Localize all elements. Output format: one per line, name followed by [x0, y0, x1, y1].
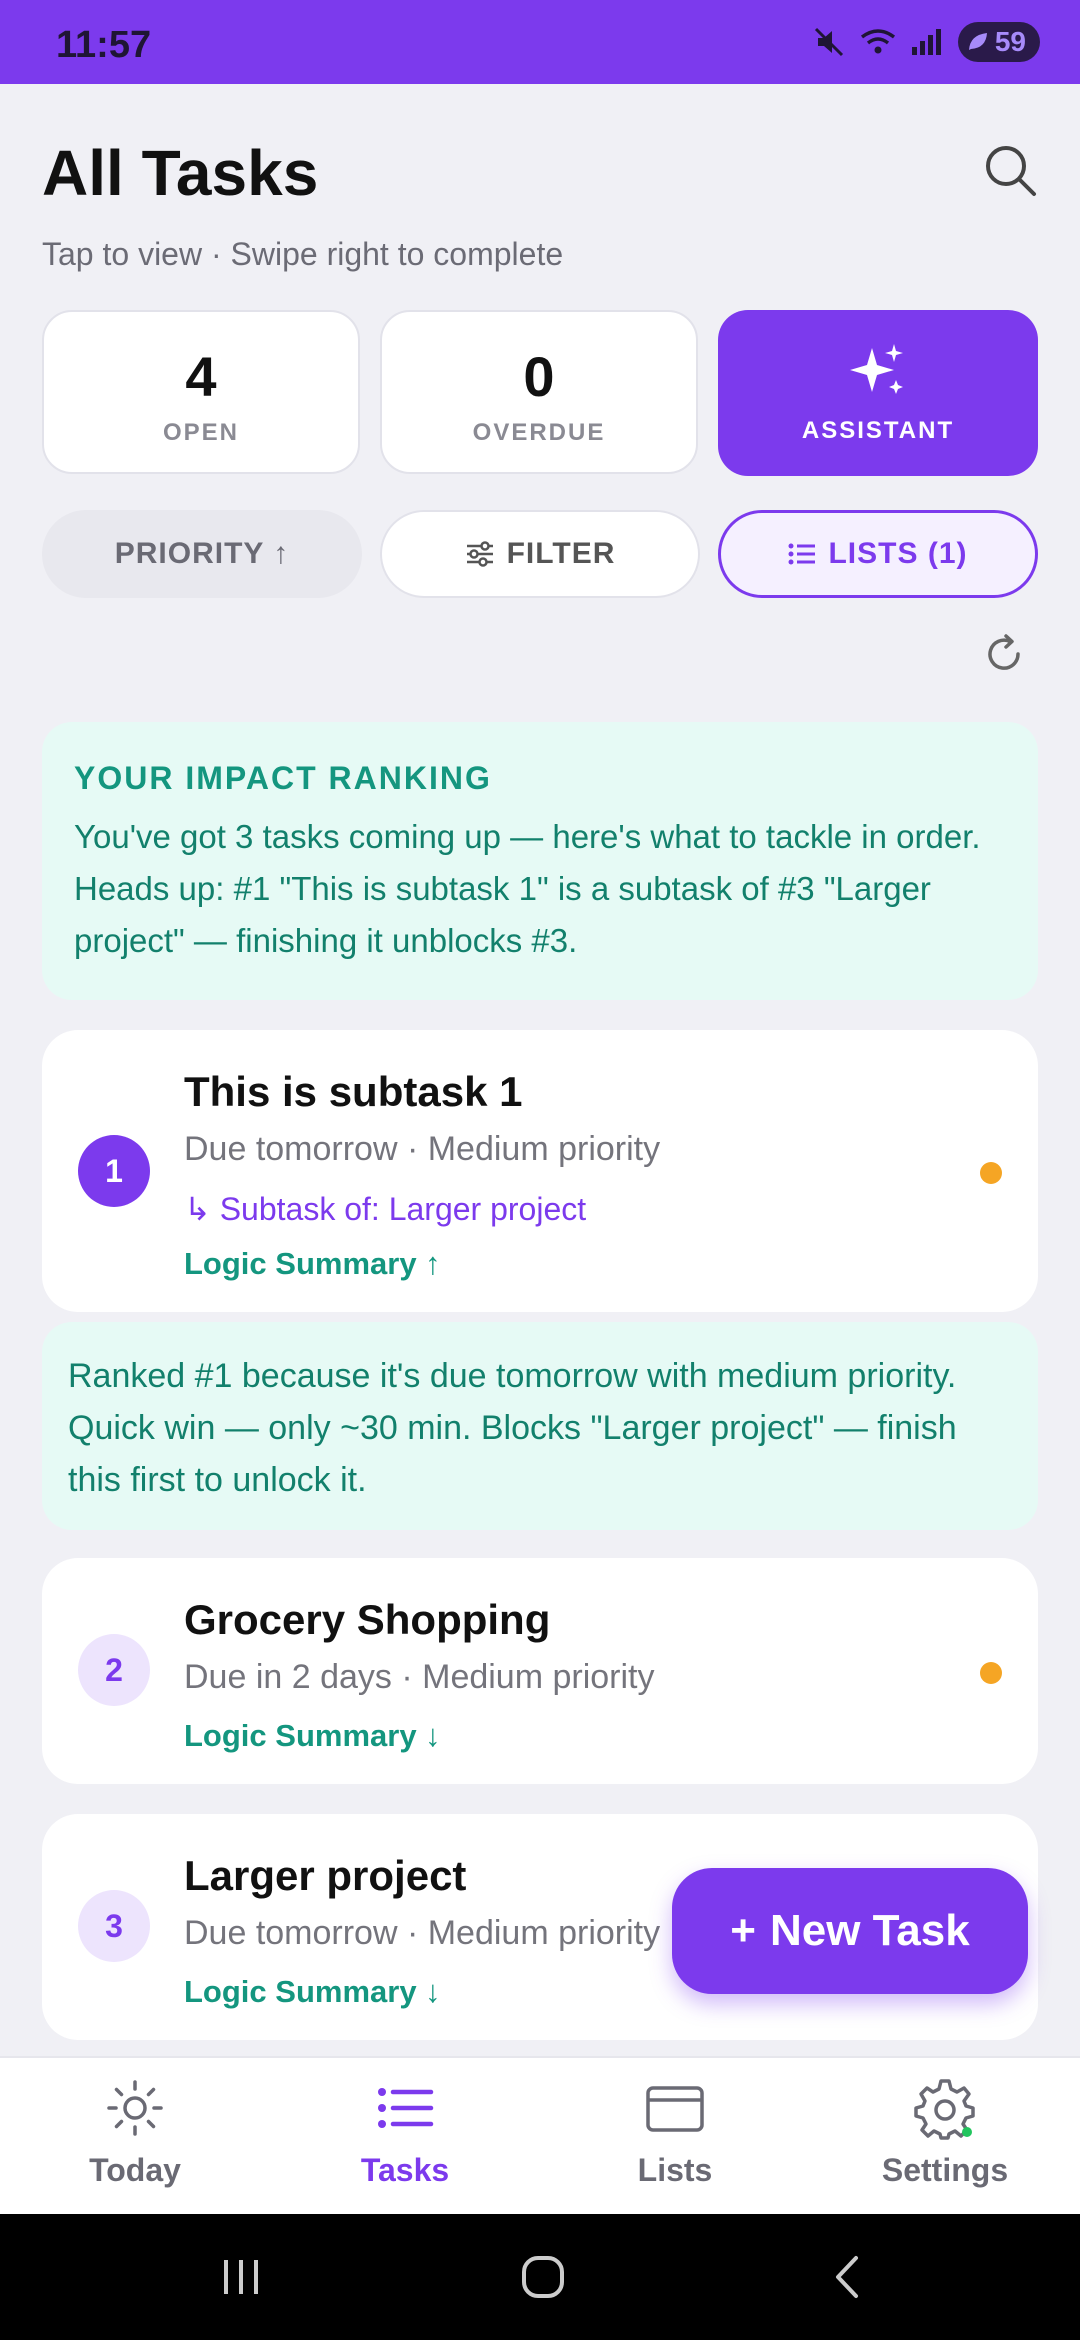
wifi-icon [860, 29, 896, 54]
sort-priority-label: PRIORITY ↑ [114, 537, 290, 570]
impact-ranking-title: YOUR IMPACT RANKING [74, 760, 492, 796]
parent-task-link[interactable]: ↳ Subtask of: Larger project [184, 1190, 586, 1228]
status-time: 11:57 [56, 24, 152, 66]
search-button[interactable] [980, 140, 1040, 200]
refresh-icon [988, 634, 1020, 670]
search-icon [986, 146, 1036, 196]
overdue-count: 0 [523, 345, 555, 408]
impact-ranking-text: You've got 3 tasks coming up — here's wh… [74, 818, 981, 959]
impact-ranking-panel: YOUR IMPACT RANKING You've got 3 tasks c… [42, 722, 1038, 1000]
open-count-card[interactable]: 4 OPEN [42, 310, 360, 474]
assistant-label: ASSISTANT [801, 417, 955, 444]
priority-dot [980, 1662, 1002, 1684]
task-title: Larger project [184, 1852, 467, 1899]
rank-badge: 1 [78, 1135, 150, 1207]
back-icon[interactable] [826, 2254, 872, 2300]
sliders-icon [466, 541, 493, 567]
nav-today[interactable]: Today [25, 2076, 245, 2189]
status-bar: 11:57 59 [0, 0, 1080, 84]
assistant-button[interactable]: ASSISTANT [718, 310, 1038, 476]
system-nav-bar [0, 2214, 1080, 2340]
gear-icon [914, 2079, 975, 2140]
open-count: 4 [185, 345, 217, 408]
sort-priority-button[interactable]: PRIORITY ↑ [42, 510, 362, 598]
logic-summary-toggle[interactable]: Logic Summary ↓ [184, 1974, 441, 2010]
task-title: Grocery Shopping [184, 1596, 551, 1643]
priority-dot [980, 1162, 1002, 1184]
home-icon[interactable] [520, 2254, 566, 2300]
open-label: OPEN [162, 419, 239, 446]
task-card[interactable]: 2 Grocery Shopping Due in 2 days · Mediu… [42, 1558, 1038, 1784]
nav-settings[interactable]: Settings [835, 2076, 1055, 2189]
new-task-label: New Task [769, 1906, 970, 1955]
ranking-explanation: Ranked #1 because it's due tomorrow with… [42, 1322, 1038, 1530]
rank-badge: 2 [78, 1634, 150, 1706]
folder-icon [646, 2086, 704, 2132]
nav-lists-label: Lists [637, 2152, 713, 2188]
nav-tasks[interactable]: Tasks [295, 2076, 515, 2189]
page-subtitle: Tap to view · Swipe right to complete [42, 236, 564, 272]
sun-icon [107, 2080, 163, 2136]
mute-icon [814, 27, 844, 57]
logic-summary-toggle[interactable]: Logic Summary ↓ [184, 1718, 441, 1754]
rank-badge: 3 [78, 1890, 150, 1962]
list-icon [378, 2088, 434, 2128]
refresh-button[interactable] [982, 632, 1026, 676]
lists-button[interactable]: LISTS (1) [718, 510, 1038, 598]
overdue-count-card[interactable]: 0 OVERDUE [380, 310, 698, 474]
filter-button[interactable]: FILTER [380, 510, 700, 598]
recent-apps-icon[interactable] [218, 2254, 264, 2300]
battery-saver-icon [969, 33, 987, 50]
task-meta: Due in 2 days · Medium priority [184, 1658, 655, 1696]
battery-indicator: 59 [958, 22, 1040, 62]
filter-label: FILTER [506, 537, 616, 570]
nav-settings-label: Settings [881, 2152, 1009, 2188]
overdue-label: OVERDUE [472, 419, 606, 446]
task-meta: Due tomorrow · Medium priority [184, 1914, 661, 1952]
page-title: All Tasks [42, 137, 319, 209]
task-card[interactable]: 1 This is subtask 1 Due tomorrow · Mediu… [42, 1030, 1038, 1312]
sparkles-icon [850, 344, 903, 394]
task-title: This is subtask 1 [184, 1068, 523, 1115]
new-task-button[interactable]: + New Task [672, 1868, 1028, 1994]
nav-tasks-label: Tasks [360, 2152, 450, 2188]
battery-level: 59 [994, 26, 1026, 57]
nav-today-label: Today [89, 2152, 181, 2188]
plus-icon: + [730, 1906, 756, 1955]
list-icon [788, 543, 816, 565]
task-meta: Due tomorrow · Medium priority [184, 1130, 661, 1168]
logic-summary-toggle[interactable]: Logic Summary ↑ [184, 1246, 441, 1282]
nav-lists[interactable]: Lists [565, 2076, 785, 2189]
bottom-nav: Today Tasks Lists Settings [0, 2056, 1080, 2214]
signal-icon [912, 29, 941, 55]
lists-label: LISTS (1) [828, 537, 968, 570]
status-icons: 59 [812, 22, 1040, 62]
